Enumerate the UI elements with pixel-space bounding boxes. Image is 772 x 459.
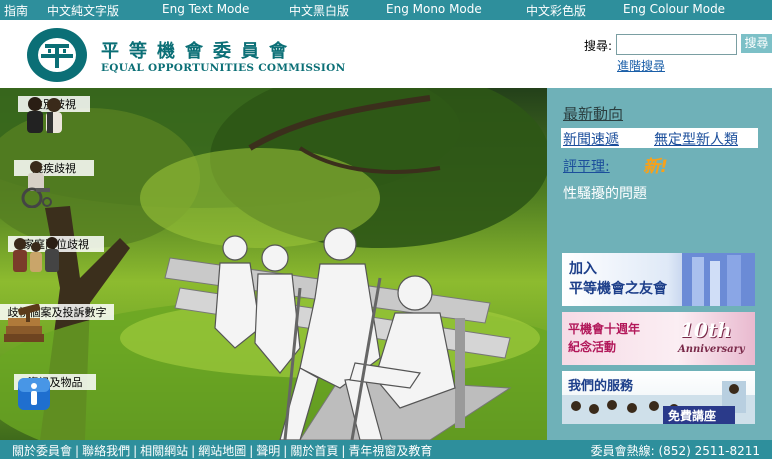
anniversary-word: Anniversary xyxy=(678,344,745,355)
logo-chinese-name: 平等機會委員會 xyxy=(101,41,297,62)
zh-text-mode-link[interactable]: 中文純文字版 xyxy=(47,2,119,19)
footer-link-statement[interactable]: 聲明 xyxy=(256,444,280,458)
gender-icon xyxy=(27,97,62,133)
banner-line1: 平機會十週年 xyxy=(568,322,641,336)
harassment-topic-link[interactable]: 性騷擾的問題 xyxy=(563,183,647,203)
sidebar-item-information[interactable]: 資訊及物品 xyxy=(14,374,96,410)
footer-link-about-home[interactable]: 關於首頁 xyxy=(290,444,338,458)
info-icon xyxy=(18,378,50,410)
free-talks-label: 免費講座 xyxy=(668,409,717,423)
sidebar-item-gender[interactable]: 性別歧視 xyxy=(18,96,90,133)
wheelchair-icon xyxy=(21,161,52,208)
eoc-logo-icon[interactable] xyxy=(26,27,88,83)
sidebar-item-disability[interactable]: 殘疾歧視 xyxy=(14,160,94,208)
search-button[interactable]: 搜尋 xyxy=(741,34,772,53)
footer-link-about[interactable]: 關於委員會 xyxy=(12,444,72,458)
hotline-text: 委員會熱線: (852) 2511-8211 xyxy=(590,444,760,458)
footer-link-sitemap[interactable]: 網站地圖 xyxy=(198,444,246,458)
latest-news-heading[interactable]: 最新動向 xyxy=(563,103,623,124)
banner-line1: 我們的服務 xyxy=(568,379,634,394)
footer-link-contact[interactable]: 聯絡我們 xyxy=(82,444,130,458)
en-mono-mode-link[interactable]: Eng Mono Mode xyxy=(386,2,482,16)
news-panel: 最新動向 新聞速遞 無定型新人類 評平理: 新! 性騷擾的問題 加入 平等機會之… xyxy=(547,88,772,440)
site-footer: 關於委員會 | 聯絡我們 | 相關網站 | 網站地圖 | 聲明 | 關於首頁 | 青年視窗及教育 委員會… xyxy=(0,440,772,459)
banner-line2: 平等機會之友會 xyxy=(569,281,667,297)
footer-links: 關於委員會 | 聯絡我們 | 相關網站 | 網站地圖 | 聲明 | 關於首頁 | 青年視窗及教育 xyxy=(12,444,433,458)
advanced-search-link[interactable]: 進階搜尋 xyxy=(617,57,665,74)
sidebar-item-family-status[interactable]: 家庭崗位歧視 xyxy=(8,236,104,272)
news-links-row: 新聞速遞 無定型新人類 xyxy=(561,128,758,148)
en-text-mode-link[interactable]: Eng Text Mode xyxy=(162,2,249,16)
join-friends-banner[interactable]: 加入 平等機會之友會 xyxy=(562,253,755,306)
commentary-link[interactable]: 評平理: xyxy=(563,156,610,176)
search-input[interactable] xyxy=(616,34,737,55)
banner-line1: 加入 xyxy=(569,261,597,277)
press-release-link[interactable]: 新聞速遞 xyxy=(563,129,619,149)
guide-link[interactable]: 指南 xyxy=(4,2,28,19)
banner-line2: 紀念活動 xyxy=(568,340,617,354)
anniversary-number: 10th xyxy=(680,318,732,342)
logo-english-name: EQUAL OPPORTUNITIES COMMISSION xyxy=(101,62,346,74)
site-header: 平等機會委員會 EQUAL OPPORTUNITIES COMMISSION 搜… xyxy=(0,20,772,88)
footer-link-related[interactable]: 相關網站 xyxy=(140,444,188,458)
books-gavel-icon xyxy=(4,304,44,342)
top-language-bar: 指南 中文純文字版 Eng Text Mode 中文黑白版 Eng Mono M… xyxy=(0,0,772,20)
tenth-anniversary-banner[interactable]: 平機會十週年 紀念活動 10th Anniversary xyxy=(562,312,755,365)
sidebar-item-case-statistics[interactable]: 歧視個案及投訴數字 xyxy=(0,304,114,342)
family-icon xyxy=(13,237,59,272)
en-colour-mode-link[interactable]: Eng Colour Mode xyxy=(623,2,725,16)
zh-mono-mode-link[interactable]: 中文黑白版 xyxy=(289,2,349,19)
new-badge: 新! xyxy=(643,157,668,177)
zh-colour-mode-link[interactable]: 中文彩色版 xyxy=(526,2,586,19)
feature-story-link[interactable]: 無定型新人類 xyxy=(654,129,738,149)
free-talks-banner[interactable]: 我們的服務 免費講座 xyxy=(562,371,755,424)
hero-park-image: 性別歧視 殘疾歧視 家庭崗位歧視 歧視個案及投訴數字 xyxy=(0,88,547,440)
search-label: 搜尋: xyxy=(584,39,613,53)
footer-link-youth[interactable]: 青年視窗及教育 xyxy=(348,444,432,458)
